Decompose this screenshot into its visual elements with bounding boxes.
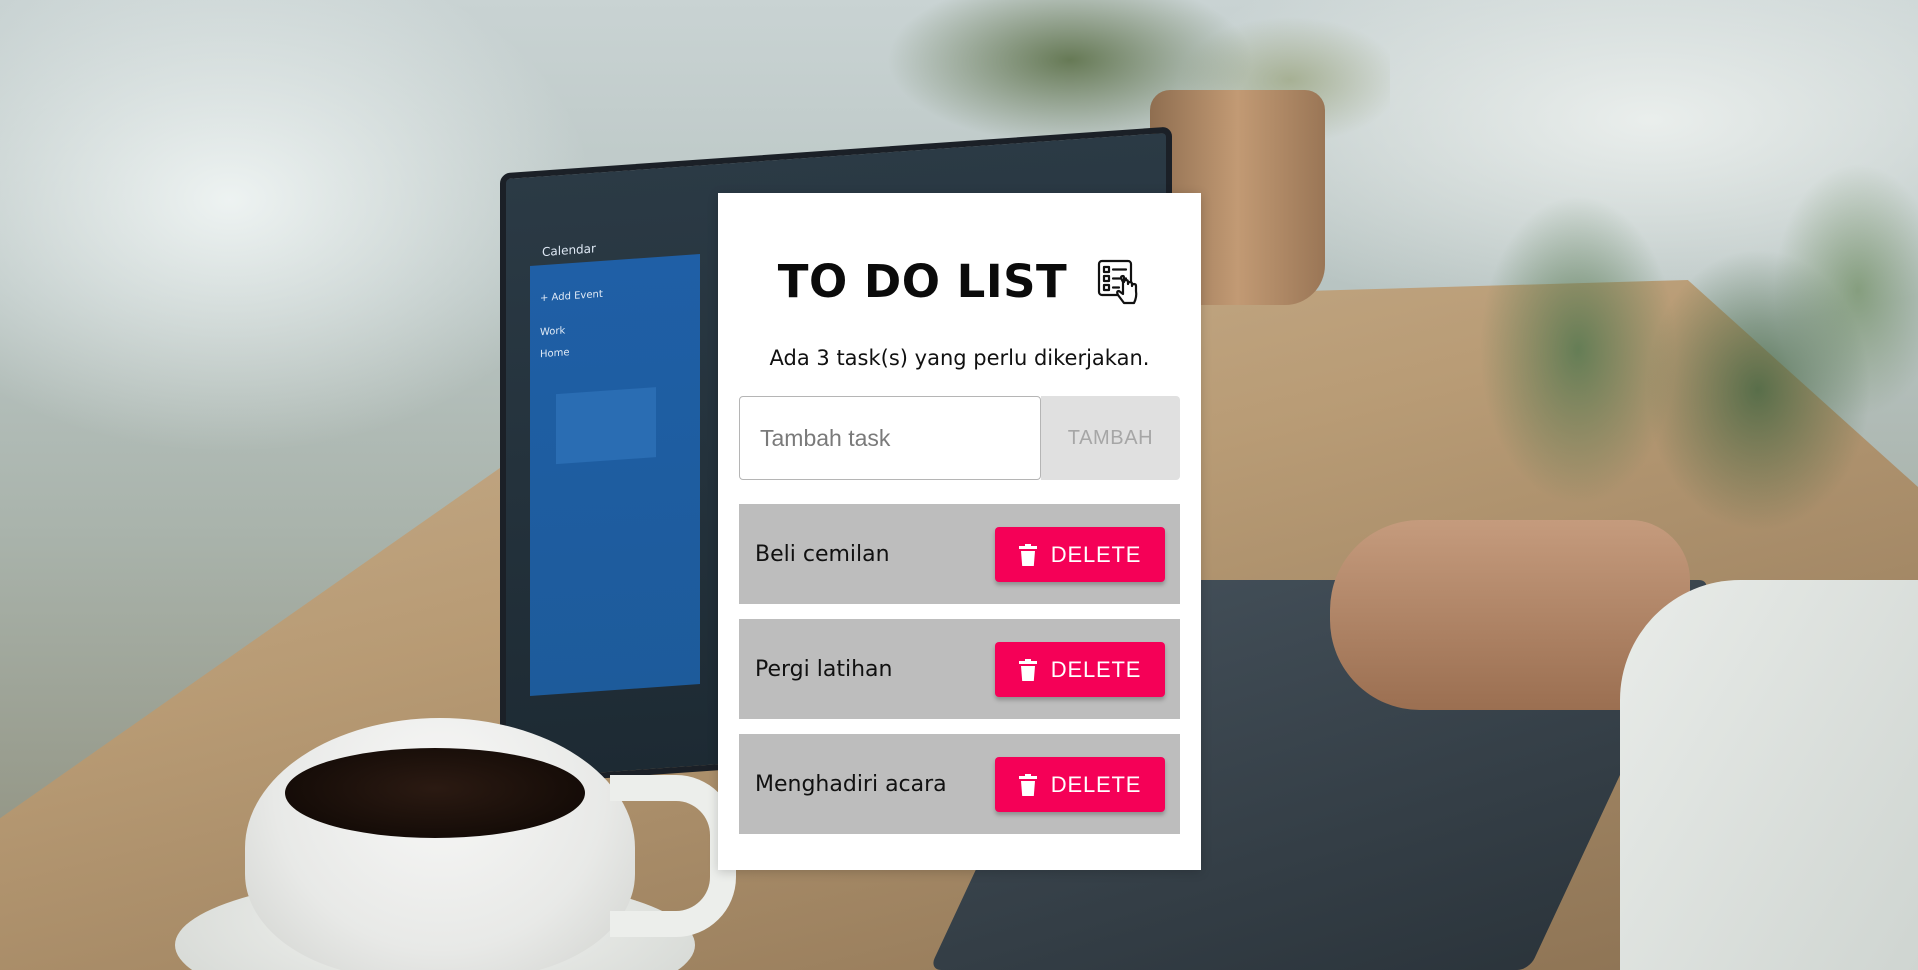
trash-icon	[1018, 543, 1037, 566]
coffee	[285, 748, 585, 838]
delete-button-label: DELETE	[1050, 541, 1142, 567]
checklist-hand-icon	[1095, 258, 1141, 306]
task-item: Pergi latihan DELETE	[739, 619, 1180, 719]
task-input[interactable]	[739, 396, 1041, 480]
task-item: Beli cemilan DELETE	[739, 504, 1180, 604]
shirt-sleeve	[1620, 580, 1918, 970]
trash-icon	[1018, 773, 1037, 796]
page-title: TO DO LIST	[777, 255, 1068, 308]
task-count-summary: Ada 3 task(s) yang perlu dikerjakan.	[769, 346, 1150, 370]
task-item: Menghadiri acara DELETE	[739, 734, 1180, 834]
task-list: Beli cemilan DELETE Pergi latihan DELETE…	[739, 504, 1180, 849]
calendar-work: Work	[540, 325, 566, 339]
title-row: TO DO LIST	[718, 255, 1201, 308]
delete-button[interactable]: DELETE	[995, 642, 1165, 697]
task-label: Menghadiri acara	[755, 771, 947, 797]
delete-button[interactable]: DELETE	[995, 527, 1165, 582]
task-label: Pergi latihan	[755, 656, 893, 682]
todo-card: TO DO LIST Ada 3 task(s) yang perlu dike…	[718, 193, 1201, 870]
calendar-mini-grid	[556, 387, 656, 465]
laptop-calendar-panel: Calendar + Add Event Work Home	[530, 241, 700, 696]
delete-button-label: DELETE	[1050, 656, 1142, 682]
trash-icon	[1018, 658, 1037, 681]
calendar-add-event: + Add Event	[540, 288, 603, 305]
add-task-button[interactable]: TAMBAH	[1041, 396, 1180, 480]
calendar-home: Home	[540, 347, 570, 361]
delete-button[interactable]: DELETE	[995, 757, 1165, 812]
delete-button-label: DELETE	[1050, 771, 1142, 797]
task-label: Beli cemilan	[755, 541, 890, 567]
add-task-form: TAMBAH	[739, 396, 1180, 480]
